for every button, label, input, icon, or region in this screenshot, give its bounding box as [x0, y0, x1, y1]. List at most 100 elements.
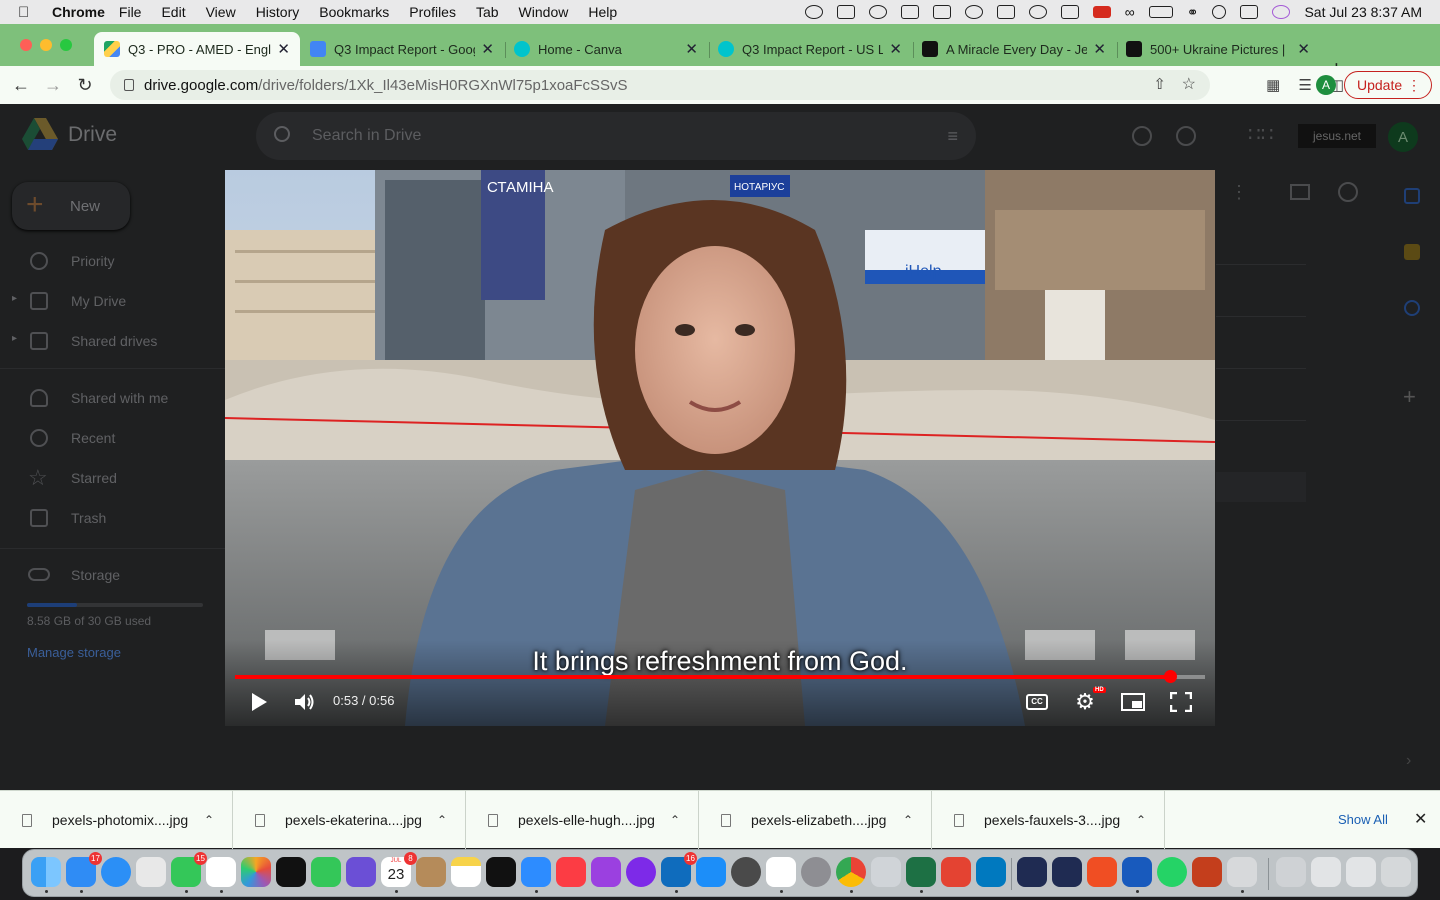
update-chrome-button[interactable]: Update ⋮ — [1344, 71, 1432, 99]
settings-gear-icon[interactable] — [1176, 126, 1196, 146]
profile-avatar[interactable]: A — [1316, 75, 1336, 95]
tab-ukraine-pictures[interactable]: 500+ Ukraine Pictures | ✕ — [1116, 32, 1320, 66]
tab-canva-home[interactable]: Home - Canva ✕ — [504, 32, 708, 66]
grid-view-icon[interactable] — [1290, 184, 1310, 200]
todoist-icon[interactable] — [941, 857, 971, 887]
xcode-icon[interactable] — [1017, 857, 1047, 887]
close-window-button[interactable] — [20, 39, 32, 51]
lock-icon[interactable] — [124, 79, 134, 91]
file-row[interactable] — [1216, 368, 1306, 369]
checkmark-app-icon[interactable] — [868, 5, 887, 19]
preview-icon[interactable] — [871, 857, 901, 887]
fullscreen-button[interactable] — [1167, 688, 1195, 716]
drive-search-input[interactable]: Search in Drive ≡ — [256, 112, 976, 160]
sidebar-item-my-drive[interactable]: ▸ My Drive — [0, 282, 250, 320]
expand-caret-icon[interactable]: ▸ — [12, 293, 17, 304]
account-avatar[interactable]: A — [1388, 122, 1418, 152]
screenshot-app-icon[interactable] — [731, 857, 761, 887]
facetime-icon[interactable] — [311, 857, 341, 887]
menu-bookmarks[interactable]: Bookmarks — [319, 4, 389, 20]
volume-button[interactable] — [289, 688, 319, 716]
play-button[interactable] — [245, 688, 273, 716]
zoom-window-button[interactable] — [60, 39, 72, 51]
file-row[interactable] — [1216, 472, 1306, 502]
file-row[interactable] — [1216, 316, 1306, 317]
system-settings-icon[interactable] — [801, 857, 831, 887]
canada-flag-icon[interactable] — [1092, 6, 1111, 18]
podcasts-icon[interactable] — [591, 857, 621, 887]
tab-canva-report[interactable]: Q3 Impact Report - US L ✕ — [708, 32, 912, 66]
download-item[interactable]: pexels-elle-hugh....jpg ⌃ — [466, 791, 699, 849]
play-status-icon[interactable] — [1028, 5, 1047, 19]
trash-icon[interactable] — [1381, 857, 1411, 887]
captions-button[interactable]: CC — [1023, 688, 1051, 716]
tab-google-doc[interactable]: Q3 Impact Report - Goog ✕ — [300, 32, 504, 66]
close-downloads-icon[interactable]: ✕ — [1414, 809, 1427, 829]
sidebar-item-starred[interactable]: ☆ Starred — [0, 459, 250, 497]
chevron-up-icon[interactable]: ⌃ — [1136, 813, 1164, 827]
powerpoint-icon[interactable] — [1192, 857, 1222, 887]
download-item[interactable]: pexels-elizabeth....jpg ⌃ — [699, 791, 932, 849]
imovie-star-icon[interactable] — [346, 857, 376, 887]
apps-grid-icon[interactable]: ∷∷ — [1248, 122, 1273, 147]
help-viewer-icon[interactable] — [1276, 857, 1306, 887]
launchpad-icon[interactable] — [136, 857, 166, 887]
video-player[interactable]: СТАМІНА НОТАРІУС iHelp It brings refresh… — [225, 170, 1215, 726]
video-scrubber-handle[interactable] — [1164, 670, 1178, 683]
more-menu-icon[interactable]: ⋮ — [1407, 77, 1421, 94]
download-item[interactable]: pexels-photomix....jpg ⌃ — [0, 791, 233, 849]
word-icon[interactable] — [1122, 857, 1152, 887]
add-addon-icon[interactable]: + — [1403, 384, 1416, 410]
manage-storage-link[interactable]: Manage storage — [27, 645, 121, 660]
muted-status-icon[interactable] — [1060, 5, 1079, 19]
siri-icon[interactable] — [1272, 5, 1291, 19]
app-store-icon[interactable] — [696, 857, 726, 887]
file-row[interactable] — [1216, 420, 1306, 421]
messages-icon[interactable]: 15 — [171, 852, 207, 887]
share-icon[interactable]: ⇧ — [1153, 75, 1166, 93]
menu-view[interactable]: View — [206, 4, 236, 20]
notes-icon[interactable] — [451, 857, 481, 887]
sidebar-item-shared-drives[interactable]: ▸ Shared drives — [0, 322, 250, 360]
sidebar-item-trash[interactable]: Trash — [0, 499, 250, 537]
show-all-downloads-button[interactable]: Show All — [1338, 812, 1388, 827]
spotlight-search-icon[interactable] — [1212, 5, 1227, 19]
chevron-up-icon[interactable]: ⌃ — [204, 813, 232, 827]
excel-icon[interactable] — [906, 857, 936, 887]
minimize-window-button[interactable] — [40, 39, 52, 51]
close-tab-icon[interactable]: ✕ — [1297, 40, 1310, 58]
download-item[interactable]: pexels-ekaterina....jpg ⌃ — [233, 791, 466, 849]
back-button[interactable]: ← — [10, 75, 32, 96]
more-actions-icon[interactable]: ⋮ — [1230, 182, 1248, 203]
unum-icon[interactable] — [276, 857, 306, 887]
documents-stack-icon[interactable] — [1346, 857, 1376, 887]
adobe-icon[interactable] — [900, 5, 919, 19]
reminders-check-icon[interactable] — [206, 857, 236, 887]
organization-badge[interactable]: jesus.net — [1298, 124, 1376, 148]
whatsapp-icon[interactable] — [1157, 857, 1187, 887]
search-icon[interactable] — [274, 126, 290, 142]
address-bar[interactable]: drive.google.com/drive/folders/1Xk_Il43e… — [110, 70, 1210, 100]
file-row[interactable] — [1216, 264, 1306, 265]
contacts-icon[interactable] — [416, 857, 446, 887]
tab-drive-folder[interactable]: Q3 - PRO - AMED - Engl ✕ — [94, 32, 300, 66]
google-drive-logo-icon[interactable] — [22, 118, 58, 150]
apple-tv-icon[interactable] — [486, 857, 516, 887]
chrome-icon[interactable] — [836, 857, 866, 887]
bookmark-star-icon[interactable]: ☆ — [1182, 74, 1196, 94]
safari-icon[interactable] — [101, 857, 131, 887]
music-icon[interactable] — [556, 857, 586, 887]
outlook-icon[interactable]: 16 — [661, 852, 697, 887]
screen-share-icon[interactable] — [1227, 857, 1257, 887]
sidebar-item-recent[interactable]: Recent — [0, 419, 250, 457]
close-tab-icon[interactable]: ✕ — [277, 40, 290, 58]
zoom-status-icon[interactable] — [836, 5, 855, 19]
menu-file[interactable]: File — [119, 4, 142, 20]
expand-panel-chevron-icon[interactable]: › — [1406, 752, 1411, 770]
menu-help[interactable]: Help — [588, 4, 617, 20]
close-tab-icon[interactable]: ✕ — [481, 40, 494, 58]
battery-icon[interactable] — [1148, 6, 1173, 18]
zoom-icon[interactable] — [521, 857, 551, 887]
chevron-up-icon[interactable]: ⌃ — [903, 813, 931, 827]
finder-icon[interactable] — [31, 857, 61, 887]
